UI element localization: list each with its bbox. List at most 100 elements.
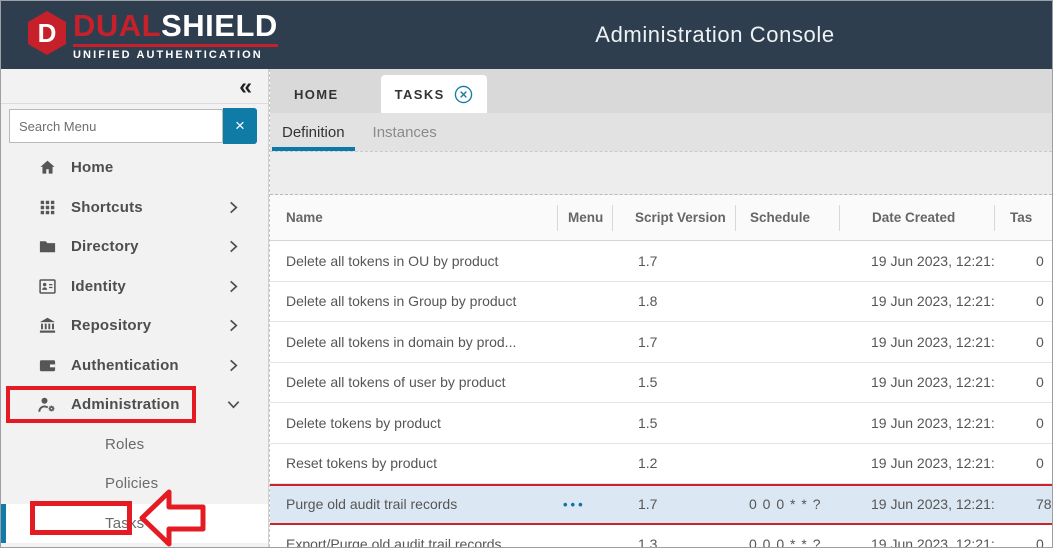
cell-schedule: 0 0 0 * * ? (735, 496, 839, 512)
table-row[interactable]: Delete all tokens in Group by product 1.… (270, 282, 1052, 323)
dualshield-logo: D DUALSHIELD UNIFIED AUTHENTICATION (25, 9, 278, 61)
tab-tasks[interactable]: TASKS (381, 75, 487, 113)
sidebar-item-label: Administration (71, 396, 180, 413)
table-row[interactable]: Delete all tokens of user by product 1.5… (270, 363, 1052, 404)
cell-date-created: 19 Jun 2023, 12:21:... (839, 536, 994, 548)
brand-dual: DUAL (73, 8, 161, 43)
cell-tasks-count: 78 (994, 496, 1052, 512)
main-content: HOME TASKS Definition Instances Name Men… (269, 69, 1052, 547)
bank-icon (37, 316, 57, 336)
sidebar-item-repository[interactable]: Repository (1, 306, 268, 346)
cell-script-version: 1.5 (612, 415, 735, 431)
wallet-icon (37, 355, 57, 375)
folder-icon (37, 237, 57, 257)
cell-name: Reset tokens by product (270, 455, 557, 471)
sidebar-item-label: Shortcuts (71, 199, 143, 216)
column-header-date-created[interactable]: Date Created (839, 205, 994, 231)
subtab-label: Instances (373, 124, 437, 141)
table-row[interactable]: Export/Purge old audit trail records 1.3… (270, 525, 1052, 548)
subtab-instances[interactable]: Instances (363, 113, 447, 151)
table-row[interactable]: Reset tokens by product 1.2 19 Jun 2023,… (270, 444, 1052, 485)
sidebar-item-policies[interactable]: Policies (1, 464, 268, 504)
sidebar-item-directory[interactable]: Directory (1, 227, 268, 267)
chevron-right-icon (226, 318, 242, 334)
cell-script-version: 1.2 (612, 455, 735, 471)
cell-date-created: 19 Jun 2023, 12:21:... (839, 293, 994, 309)
cell-script-version: 1.8 (612, 293, 735, 309)
column-header-menu[interactable]: Menu (557, 205, 612, 231)
close-circle-icon[interactable] (454, 85, 473, 104)
cell-tasks-count: 0 (994, 455, 1052, 471)
tab-label: TASKS (395, 87, 445, 102)
column-header-name[interactable]: Name (270, 210, 557, 225)
cell-date-created: 19 Jun 2023, 12:21:... (839, 334, 994, 350)
sidebar-item-identity[interactable]: Identity (1, 267, 268, 307)
table-body: Delete all tokens in OU by product 1.7 1… (270, 241, 1052, 548)
tab-home[interactable]: HOME (280, 75, 381, 113)
table-row[interactable]: Delete all tokens in OU by product 1.7 1… (270, 241, 1052, 282)
cell-tasks-count: 0 (994, 374, 1052, 390)
collapse-sidebar-icon[interactable]: « (239, 71, 252, 101)
sidebar-menu: Home Shortcuts Directory Identity Reposi… (1, 148, 268, 543)
cell-script-version: 1.7 (612, 334, 735, 350)
grid-icon (37, 197, 57, 217)
brand-shield: SHIELD (161, 8, 278, 43)
cell-name: Purge old audit trail records (270, 496, 557, 512)
search-clear-button[interactable]: × (223, 108, 257, 144)
sidebar-item-authentication[interactable]: Authentication (1, 346, 268, 386)
cell-name: Delete tokens by product (270, 415, 557, 431)
chevron-down-icon (226, 397, 242, 413)
dualshield-hexagon-icon: D (25, 9, 69, 57)
cell-script-version: 1.7 (612, 253, 735, 269)
sidebar-item-home[interactable]: Home (1, 148, 268, 188)
table-row[interactable]: Delete all tokens in domain by prod... 1… (270, 322, 1052, 363)
tab-label: HOME (294, 87, 339, 102)
cell-name: Delete all tokens of user by product (270, 374, 557, 390)
svg-text:D: D (38, 18, 57, 48)
sidebar: « × Home Shortcuts Directory Identity Re… (1, 69, 269, 547)
admin-gear-icon (37, 395, 57, 415)
toolbar-strip (270, 151, 1052, 195)
column-header-script-version[interactable]: Script Version (612, 205, 735, 231)
cell-name: Delete all tokens in Group by product (270, 293, 557, 309)
cell-name: Delete all tokens in OU by product (270, 253, 557, 269)
sidebar-item-label: Policies (105, 475, 158, 492)
id-card-icon (37, 276, 57, 296)
table-header: Name Menu Script Version Schedule Date C… (270, 195, 1052, 241)
cell-script-version: 1.3 (612, 536, 735, 548)
cell-name: Export/Purge old audit trail records (270, 536, 557, 548)
sidebar-collapse-row: « (1, 69, 268, 104)
cell-date-created: 19 Jun 2023, 12:21:... (839, 374, 994, 390)
cell-menu-dots[interactable]: ••• (557, 497, 612, 512)
tab-bar: HOME TASKS (270, 69, 1052, 113)
subtab-label: Definition (282, 124, 345, 141)
subtab-definition[interactable]: Definition (272, 113, 355, 151)
brand-tagline: UNIFIED AUTHENTICATION (73, 44, 278, 61)
top-header-bar: D DUALSHIELD UNIFIED AUTHENTICATION Admi… (1, 1, 1052, 69)
chevron-right-icon (226, 239, 242, 255)
sidebar-item-tasks[interactable]: Tasks (1, 504, 268, 544)
cell-name: Delete all tokens in domain by prod... (270, 334, 557, 350)
column-header-schedule[interactable]: Schedule (735, 205, 839, 231)
sidebar-item-label: Authentication (71, 357, 179, 374)
cell-date-created: 19 Jun 2023, 12:21:... (839, 496, 994, 512)
search-input[interactable] (9, 109, 223, 143)
sidebar-item-label: Tasks (105, 515, 144, 532)
sidebar-item-label: Home (71, 159, 113, 176)
cell-script-version: 1.7 (612, 496, 735, 512)
cell-tasks-count: 0 (994, 415, 1052, 431)
sidebar-item-shortcuts[interactable]: Shortcuts (1, 188, 268, 228)
table-row[interactable]: Delete tokens by product 1.5 19 Jun 2023… (270, 403, 1052, 444)
brand-name: DUALSHIELD (73, 9, 278, 43)
subtab-bar: Definition Instances (270, 113, 1052, 151)
column-header-tas[interactable]: Tas (994, 205, 1052, 231)
sidebar-item-administration[interactable]: Administration (1, 385, 268, 425)
sidebar-search-row: × (1, 104, 268, 148)
cell-date-created: 19 Jun 2023, 12:21:... (839, 415, 994, 431)
sidebar-item-label: Repository (71, 317, 151, 334)
table-row[interactable]: Purge old audit trail records ••• 1.7 0 … (270, 484, 1052, 525)
chevron-right-icon (226, 199, 242, 215)
sidebar-item-roles[interactable]: Roles (1, 425, 268, 465)
cell-tasks-count: 0 (994, 536, 1052, 548)
app-window: D DUALSHIELD UNIFIED AUTHENTICATION Admi… (0, 0, 1053, 548)
